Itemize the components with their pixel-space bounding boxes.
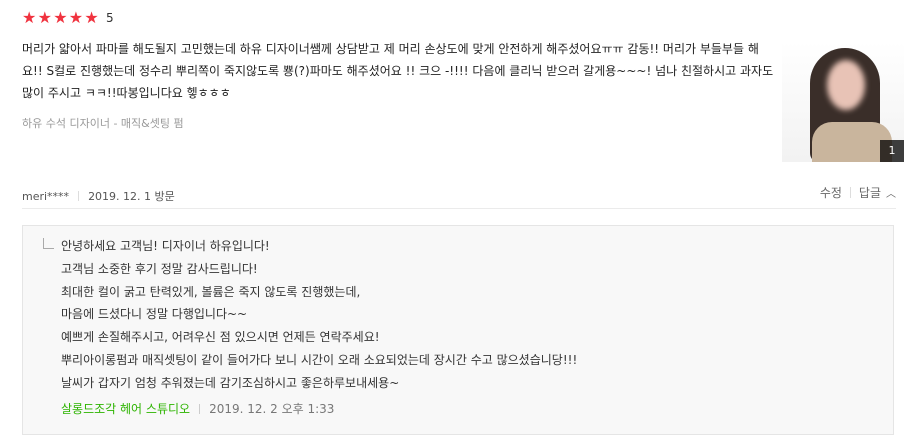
reply-toggle-label: 답글 bbox=[858, 186, 881, 200]
visit-date: 2019. 12. 1 방문 bbox=[88, 190, 175, 203]
owner-reply: 안녕하세요 고객님! 디자이너 하유입니다! 고객님 소중한 후기 정말 감사드… bbox=[22, 225, 894, 435]
reply-line: 안녕하세요 고객님! 디자이너 하유입니다! bbox=[61, 239, 270, 253]
star-icon: ★ bbox=[22, 8, 37, 27]
rating-score: 5 bbox=[105, 11, 114, 25]
author-name: meri**** bbox=[22, 189, 70, 203]
reply-line: 날씨가 갑자기 엄청 추워졌는데 감기조심하시고 좋은하루보내세용~ bbox=[61, 375, 400, 390]
shop-name-link[interactable]: 살롱드조각 헤어 스튜디오 bbox=[61, 400, 190, 417]
reply-line: 예쁘게 손질해주시고, 어려우신 점 있으시면 언제든 연락주세요! bbox=[61, 330, 380, 345]
review-actions: 수정 답글 ︿ bbox=[820, 184, 896, 201]
reply-line: 최대한 컬이 굵고 탄력있게, 볼륨은 죽지 않도록 진행했는데, bbox=[61, 284, 361, 299]
edit-button[interactable]: 수정 bbox=[820, 184, 842, 201]
service-info[interactable]: 하유 수석 디자이너 - 매직&셋팅 펌 bbox=[22, 115, 184, 131]
divider bbox=[22, 208, 896, 209]
reply-text: 안녕하세요 고객님! 디자이너 하유입니다! 고객님 소중한 후기 정말 감사드… bbox=[61, 235, 577, 395]
reply-toggle-button[interactable]: 답글 ︿ bbox=[859, 184, 896, 201]
reply-corner-icon bbox=[43, 238, 54, 249]
star-icon: ★ bbox=[53, 8, 68, 27]
reply-line: 뿌리아이롱펌과 매직셋팅이 같이 들어가다 보니 시간이 오래 소요되었는데 장… bbox=[61, 352, 578, 367]
photo-count-badge: 1 bbox=[880, 140, 904, 162]
star-icon: ★ bbox=[68, 8, 84, 27]
review-photo-thumbnail[interactable]: 1 bbox=[782, 42, 904, 162]
review-rating: ★ ★ ★ ★ ★ 5 bbox=[22, 9, 114, 27]
action-separator bbox=[849, 187, 851, 198]
photo-face bbox=[827, 60, 865, 110]
star-rating: ★ ★ ★ ★ ★ bbox=[22, 9, 100, 27]
footer-separator bbox=[199, 403, 201, 414]
star-icon: ★ bbox=[84, 8, 99, 27]
review-meta: meri**** 2019. 12. 1 방문 bbox=[22, 188, 175, 204]
reply-date: 2019. 12. 2 오후 1:33 bbox=[209, 402, 335, 416]
star-icon: ★ bbox=[37, 8, 52, 27]
reply-footer: 살롱드조각 헤어 스튜디오 2019. 12. 2 오후 1:33 bbox=[61, 400, 334, 417]
review-text: 머리가 얇아서 파마를 해도될지 고민했는데 하유 디자이너쌤께 상담받고 제 … bbox=[22, 42, 774, 100]
chevron-up-icon: ︿ bbox=[886, 189, 896, 200]
reply-line: 고객님 소중한 후기 정말 감사드립니다! bbox=[61, 261, 258, 276]
meta-separator bbox=[78, 191, 80, 201]
reply-line: 마음에 드셨다니 정말 다행입니다~~ bbox=[61, 307, 248, 322]
